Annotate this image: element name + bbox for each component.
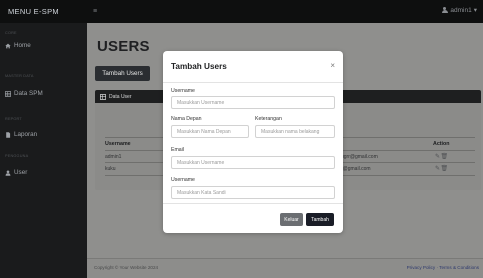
close-icon[interactable]: × <box>330 61 335 70</box>
keterangan-label: Keterangan <box>255 116 282 122</box>
nama-depan-field[interactable] <box>171 125 249 138</box>
table-icon <box>100 93 106 100</box>
user-icon <box>5 169 11 176</box>
row-actions: ✎🗑 <box>435 165 449 172</box>
password-field[interactable] <box>171 186 335 199</box>
sidebar-item-laporan[interactable]: Laporan <box>5 131 37 138</box>
footer-links[interactable]: Privacy Policy · Terms & Conditions <box>407 265 479 270</box>
email-field[interactable] <box>171 156 335 169</box>
user-dropdown[interactable]: admin1 ▾ <box>441 6 477 14</box>
keluar-button[interactable]: Keluar <box>280 213 303 226</box>
cell-username: kuku <box>105 166 116 172</box>
sidebar-item-label: Laporan <box>14 131 38 138</box>
sidebar-section-core: CORE <box>5 31 17 35</box>
username-field[interactable] <box>171 96 335 109</box>
brand-title[interactable]: MENU E-SPM <box>0 0 87 23</box>
user-name: admin1 <box>450 6 472 14</box>
sidebar-item-label: Data SPM <box>14 90 43 97</box>
nama-depan-label: Nama Depan <box>171 116 202 122</box>
column-header-username: Username <box>105 141 131 147</box>
sidebar: CORE Home MASTER DATA Data SPM REPORT La… <box>0 23 87 278</box>
tambah-button[interactable]: Tambah <box>306 213 334 226</box>
modal-title: Tambah Users <box>171 62 227 71</box>
user-icon <box>441 6 448 14</box>
modal-divider <box>163 82 343 83</box>
sidebar-section-master: MASTER DATA <box>5 74 34 78</box>
sidebar-section-report: REPORT <box>5 117 22 121</box>
sidebar-section-pengguna: PENGGUNA <box>5 154 29 158</box>
chevron-down-icon: ▾ <box>473 7 477 14</box>
password-label: Username <box>171 177 195 183</box>
top-navbar: MENU E-SPM ≡ admin1 ▾ <box>0 0 483 23</box>
sidebar-toggle-icon[interactable]: ≡ <box>93 8 97 15</box>
trash-icon[interactable]: 🗑 <box>441 154 449 160</box>
footer: Copyright © Your Website 2024 Privacy Po… <box>87 258 483 278</box>
sidebar-item-label: User <box>14 169 28 176</box>
column-header-action: Action <box>433 141 450 147</box>
email-label: Email <box>171 147 184 153</box>
copyright-text: Copyright © Your Website 2024 <box>94 265 159 270</box>
username-label: Username <box>171 88 195 94</box>
keterangan-field[interactable] <box>255 125 335 138</box>
sidebar-item-user[interactable]: User <box>5 169 27 176</box>
card-header-title: Data User <box>109 93 132 100</box>
table-icon <box>5 90 11 97</box>
home-icon <box>5 43 11 48</box>
page-title: USERS <box>97 38 150 55</box>
add-user-modal: Tambah Users × Username Nama Depan Keter… <box>163 51 343 233</box>
row-actions: ✎🗑 <box>435 153 449 160</box>
add-user-button[interactable]: Tambah Users <box>95 66 150 81</box>
trash-icon[interactable]: 🗑 <box>441 166 449 172</box>
modal-footer-divider <box>163 203 343 204</box>
cell-email: ugrr@gmail.com <box>341 154 378 160</box>
sidebar-item-data-spm[interactable]: Data SPM <box>5 90 43 97</box>
sidebar-item-home[interactable]: Home <box>5 42 31 49</box>
file-icon <box>6 131 11 138</box>
cell-username: admin1 <box>105 154 122 160</box>
sidebar-item-label: Home <box>14 42 31 49</box>
cell-email: r@gmail.com <box>341 166 371 172</box>
